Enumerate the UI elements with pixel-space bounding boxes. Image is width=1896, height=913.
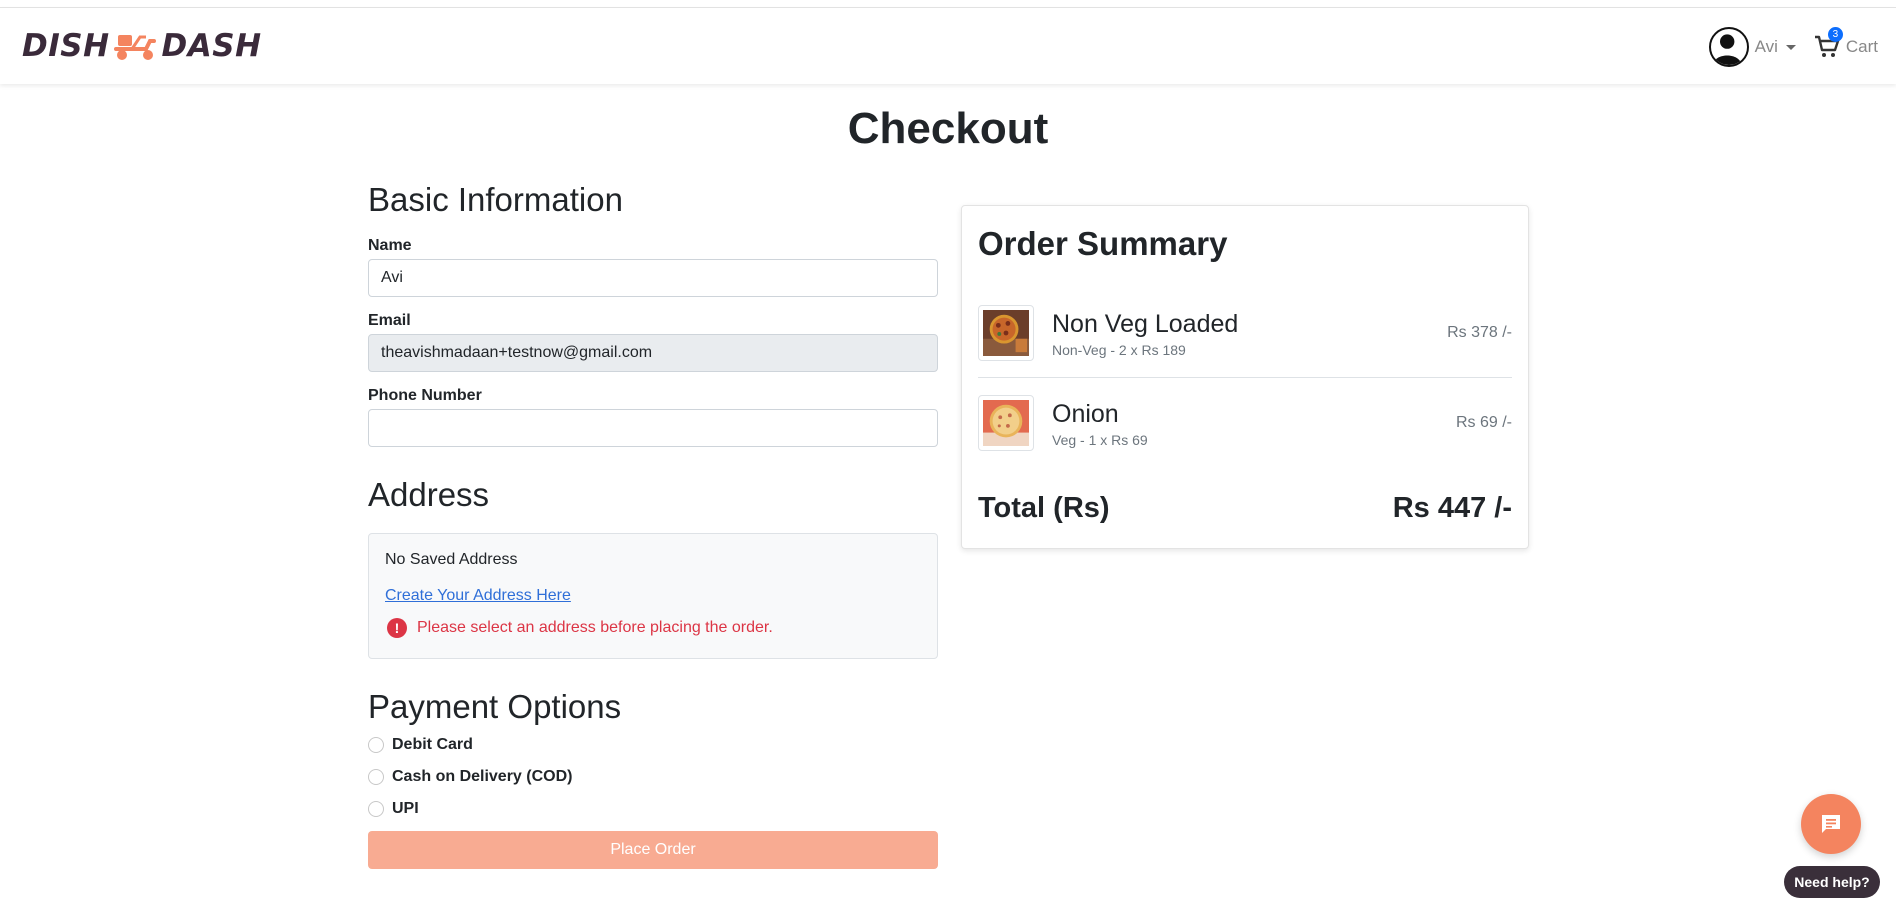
email-label: Email [368, 312, 411, 329]
phone-field[interactable] [368, 409, 938, 447]
order-summary-card: Order Summary Non Veg Loaded Non-Veg - 2… [961, 205, 1529, 549]
nav-right: Avi 3 Cart [1708, 25, 1878, 69]
user-avatar-icon[interactable] [1708, 27, 1749, 67]
item-name: Onion [1052, 400, 1119, 428]
radio-cod[interactable] [368, 769, 384, 785]
chat-icon [1822, 815, 1840, 833]
item-name: Non Veg Loaded [1052, 309, 1239, 338]
order-summary-title: Order Summary [978, 225, 1228, 262]
item-meta: Veg - 1 x Rs 69 [1052, 432, 1148, 448]
address-error-text: Please select an address before placing … [417, 619, 773, 636]
scooter-icon [113, 35, 156, 60]
checkout-form: Basic Information Name Avi Email theavis… [368, 178, 938, 869]
payment-option-debit-card[interactable]: Debit Card [368, 729, 938, 761]
create-address-link[interactable]: Create Your Address Here [385, 586, 571, 606]
page-title: Checkout [847, 104, 1049, 153]
summary-item: Onion Veg - 1 x Rs 69 Rs 69 /- [978, 378, 1512, 468]
item-price: Rs 69 /- [1455, 414, 1512, 431]
cart-label: Cart [1845, 37, 1878, 56]
item-price: Rs 378 /- [1447, 323, 1512, 341]
chevron-down-icon[interactable] [1785, 44, 1796, 50]
phone-label: Phone Number [368, 387, 482, 404]
no-address-text: No Saved Address [385, 551, 518, 568]
address-error: ! Please select an address before placin… [385, 618, 921, 638]
name-field[interactable]: Avi [368, 259, 938, 297]
chat-button[interactable] [1801, 794, 1861, 854]
navbar: DISH DASH Avi 3 Cart [0, 8, 1896, 84]
pizza-thumbnail [978, 395, 1034, 451]
brand-logo[interactable]: DISH DASH [22, 26, 262, 66]
cart-link[interactable]: 3 Cart [1814, 27, 1878, 59]
user-name[interactable]: Avi [1755, 37, 1778, 57]
cart-count-badge: 3 [1827, 27, 1843, 42]
logo-text-left: DISH [22, 28, 110, 64]
item-text: Non Veg Loaded Non-Veg - 2 x Rs 189 [1052, 308, 1238, 358]
top-border [0, 0, 1896, 8]
logo-text-right: DASH [161, 28, 262, 64]
name-label: Name [368, 237, 412, 254]
total-row: Total (Rs) Rs 447 /- [978, 486, 1512, 530]
pizza-thumbnail [978, 304, 1034, 361]
item-text: Onion Veg - 1 x Rs 69 [1052, 398, 1148, 448]
address-box: No Saved Address Create Your Address Her… [368, 533, 938, 659]
radio-upi[interactable] [368, 801, 384, 817]
payment-heading: Payment Options [368, 688, 622, 725]
summary-item: Non Veg Loaded Non-Veg - 2 x Rs 189 Rs 3… [978, 288, 1512, 378]
radio-debit-card[interactable] [368, 737, 384, 753]
need-help-label[interactable]: Need help? [1784, 866, 1880, 898]
address-heading: Address [368, 476, 490, 513]
payment-option-upi[interactable]: UPI [368, 793, 938, 825]
error-icon: ! [387, 618, 407, 638]
place-order-button[interactable]: Place Order [368, 831, 938, 869]
basic-info-heading: Basic Information [368, 181, 623, 218]
total-value: Rs 447 /- [1392, 491, 1512, 524]
payment-option-cod[interactable]: Cash on Delivery (COD) [368, 761, 938, 793]
payment-option-label: UPI [392, 800, 419, 817]
payment-option-label: Debit Card [392, 736, 473, 753]
email-field: theavishmadaan+testnow@gmail.com [368, 334, 938, 372]
payment-option-label: Cash on Delivery (COD) [392, 768, 573, 785]
total-label: Total (Rs) [978, 491, 1110, 524]
item-meta: Non-Veg - 2 x Rs 189 [1052, 341, 1186, 358]
